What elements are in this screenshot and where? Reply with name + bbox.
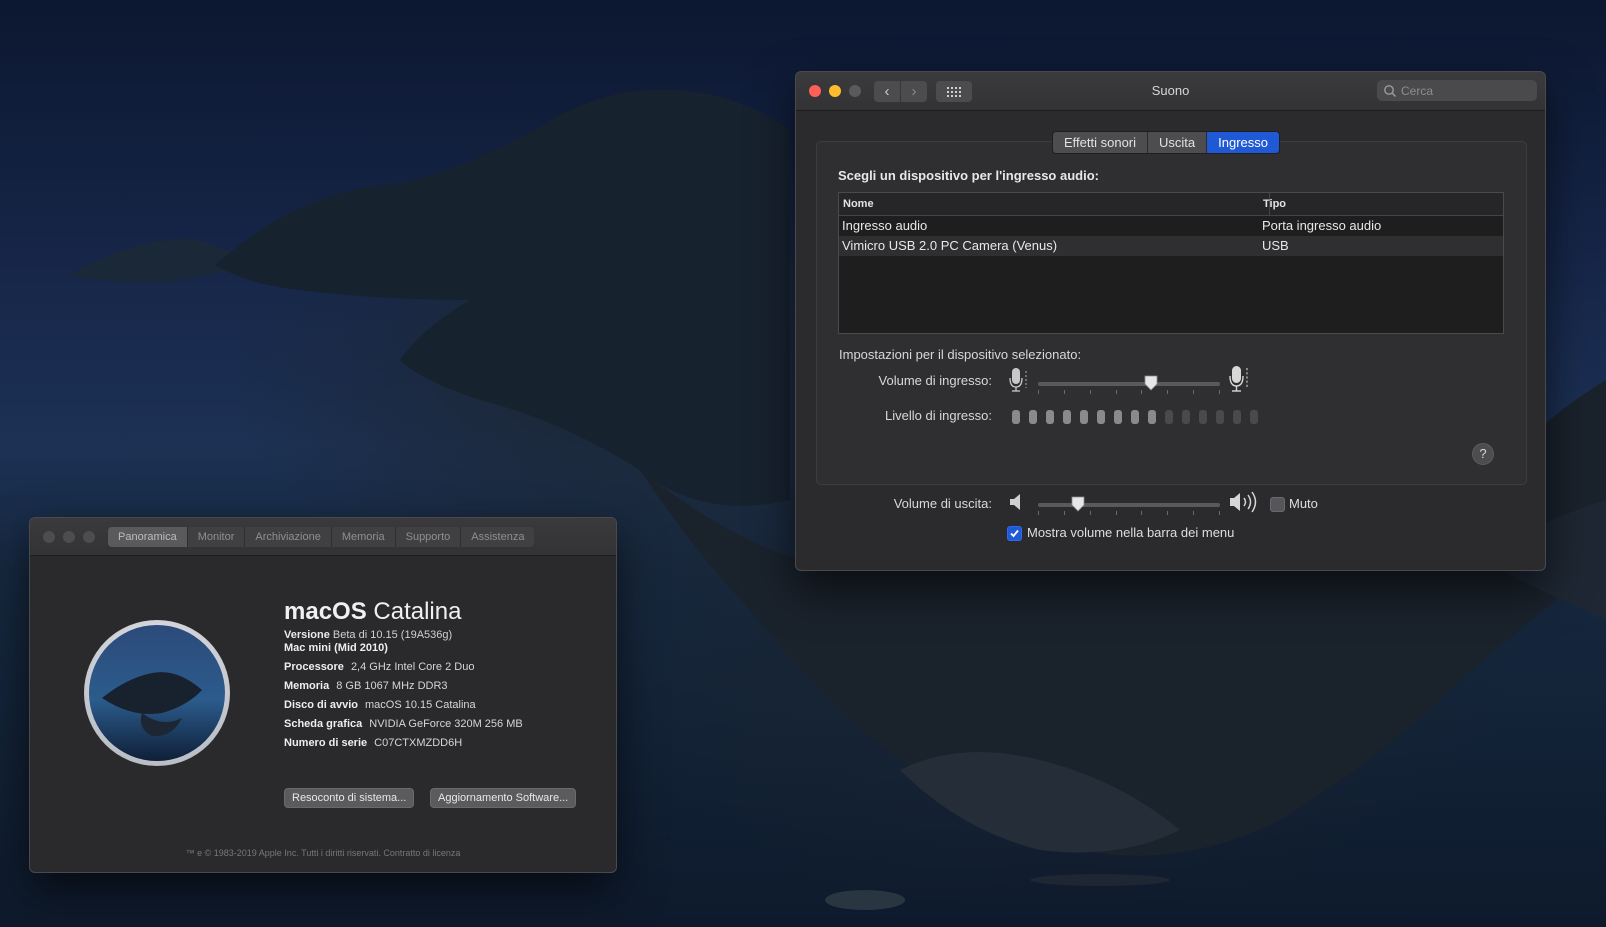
spec-value: 8 GB 1067 MHz DDR3	[336, 680, 448, 692]
input-volume-thumb[interactable]	[1144, 375, 1158, 391]
output-volume-slider[interactable]	[1038, 503, 1220, 507]
level-bar	[1199, 410, 1207, 424]
table-row-selected[interactable]: Vimicro USB 2.0 PC Camera (Venus) USB	[839, 236, 1503, 256]
spec-processor: Processore 2,4 GHz Intel Core 2 Duo	[284, 661, 474, 673]
tab-archiviazione[interactable]: Archiviazione	[245, 527, 332, 547]
version-label: Versione	[284, 629, 330, 641]
show-volume-label: Mostra volume nella barra dei menu	[1027, 525, 1235, 540]
input-volume-ticks	[1038, 390, 1220, 394]
settings-heading: Impostazioni per il dispositivo selezion…	[839, 347, 1082, 362]
help-button[interactable]: ?	[1472, 443, 1494, 465]
show-volume-checkbox[interactable]	[1007, 526, 1022, 541]
input-volume-slider[interactable]	[1038, 382, 1220, 386]
spec-memory: Memoria 8 GB 1067 MHz DDR3	[284, 680, 448, 692]
speaker-low-icon	[1010, 494, 1020, 510]
spec-value: macOS 10.15 Catalina	[364, 699, 476, 711]
tab-memoria[interactable]: Memoria	[332, 527, 396, 547]
tab-effetti-sonori[interactable]: Effetti sonori	[1053, 132, 1149, 153]
about-tabs: Panoramica Monitor Archiviazione Memoria…	[108, 527, 535, 547]
window-controls	[43, 531, 95, 543]
column-header-type[interactable]: Tipo	[1263, 198, 1286, 210]
spec-value: 2,4 GHz Intel Core 2 Duo	[350, 661, 475, 673]
spec-label: Processore	[284, 661, 344, 673]
about-titlebar: Panoramica Monitor Archiviazione Memoria…	[30, 518, 616, 556]
spec-value: C07CTXMZDD6H	[374, 737, 463, 749]
level-bar	[1216, 410, 1224, 424]
os-name-rest: Catalina	[373, 598, 462, 625]
level-bar	[1063, 410, 1071, 424]
input-device-table: Nome Tipo Ingresso audio Porta ingresso …	[838, 192, 1504, 334]
system-report-button[interactable]: Resoconto di sistema...	[284, 788, 415, 808]
row-name: Vimicro USB 2.0 PC Camera (Venus)	[842, 238, 1058, 253]
search-field[interactable]: Cerca	[1377, 80, 1537, 101]
level-bar	[1080, 410, 1088, 424]
output-volume-thumb[interactable]	[1071, 496, 1085, 512]
level-bar	[1182, 410, 1190, 424]
spec-label: Memoria	[284, 680, 330, 692]
output-volume-ticks	[1038, 511, 1220, 515]
tab-panoramica[interactable]: Panoramica	[108, 527, 188, 547]
table-header: Nome Tipo	[839, 193, 1503, 216]
spec-startup-disk: Disco di avvio macOS 10.15 Catalina	[284, 699, 476, 711]
minimize-button[interactable]	[63, 531, 75, 543]
sound-tabs: Effetti sonori Uscita Ingresso	[1052, 131, 1281, 154]
sound-titlebar: ‹ › Suono Cerca	[796, 72, 1545, 111]
column-header-name[interactable]: Nome	[843, 198, 874, 210]
spec-label: Scheda grafica	[284, 718, 363, 730]
spec-value: NVIDIA GeForce 320M 256 MB	[369, 718, 523, 730]
os-name: macOS Catalina	[284, 598, 461, 626]
output-volume-label: Volume di uscita:	[893, 496, 992, 511]
spec-serial: Numero di serie C07CTXMZDD6H	[284, 737, 462, 749]
level-bar	[1131, 410, 1139, 424]
close-button[interactable]	[43, 531, 55, 543]
version-value: Beta di 10.15 (19A536g)	[332, 629, 453, 641]
row-name: Ingresso audio	[842, 218, 928, 233]
row-type: USB	[1262, 238, 1289, 253]
microphone-low-icon	[1009, 368, 1027, 392]
level-bar	[1046, 410, 1054, 424]
tab-uscita[interactable]: Uscita	[1148, 132, 1208, 153]
level-bar	[1097, 410, 1105, 424]
spec-label: Disco di avvio	[284, 699, 358, 711]
level-bar	[1165, 410, 1173, 424]
level-bar	[1250, 410, 1258, 424]
level-bar	[1114, 410, 1122, 424]
search-placeholder: Cerca	[1401, 83, 1434, 98]
level-bar	[1148, 410, 1156, 424]
table-row[interactable]: Ingresso audio Porta ingresso audio	[839, 216, 1503, 236]
macos-catalina-logo-icon	[84, 620, 230, 766]
input-level-label: Livello di ingresso:	[885, 408, 992, 423]
tab-assistenza[interactable]: Assistenza	[461, 527, 534, 547]
level-bar	[1233, 410, 1241, 424]
mac-model: Mac mini (Mid 2010)	[284, 642, 388, 654]
search-icon	[1384, 84, 1397, 97]
sound-preferences-window: ‹ › Suono Cerca Effetti sonori Uscita In…	[795, 71, 1546, 571]
copyright-footer: ™ e © 1983-2019 Apple Inc. Tutti i dirit…	[185, 848, 461, 858]
device-heading: Scegli un dispositivo per l'ingresso aud…	[838, 168, 1099, 183]
input-volume-label: Volume di ingresso:	[878, 373, 992, 388]
speaker-high-icon	[1230, 491, 1257, 513]
about-this-mac-window: Panoramica Monitor Archiviazione Memoria…	[29, 517, 617, 873]
tab-ingresso[interactable]: Ingresso	[1207, 132, 1280, 153]
mute-checkbox[interactable]	[1270, 497, 1285, 512]
row-type: Porta ingresso audio	[1262, 218, 1382, 233]
tab-monitor[interactable]: Monitor	[188, 527, 246, 547]
level-bar	[1029, 410, 1037, 424]
software-update-button[interactable]: Aggiornamento Software...	[430, 788, 577, 808]
microphone-high-icon	[1229, 366, 1248, 392]
checkmark-icon	[1010, 529, 1019, 538]
tab-supporto[interactable]: Supporto	[396, 527, 462, 547]
spec-graphics: Scheda grafica NVIDIA GeForce 320M 256 MB	[284, 718, 523, 730]
input-level-meter	[1012, 410, 1258, 424]
os-version: Versione Beta di 10.15 (19A536g)	[284, 629, 452, 641]
os-name-bold: macOS	[284, 598, 367, 625]
spec-label: Numero di serie	[284, 737, 368, 749]
mute-label: Muto	[1289, 496, 1318, 511]
level-bar	[1012, 410, 1020, 424]
zoom-button[interactable]	[83, 531, 95, 543]
